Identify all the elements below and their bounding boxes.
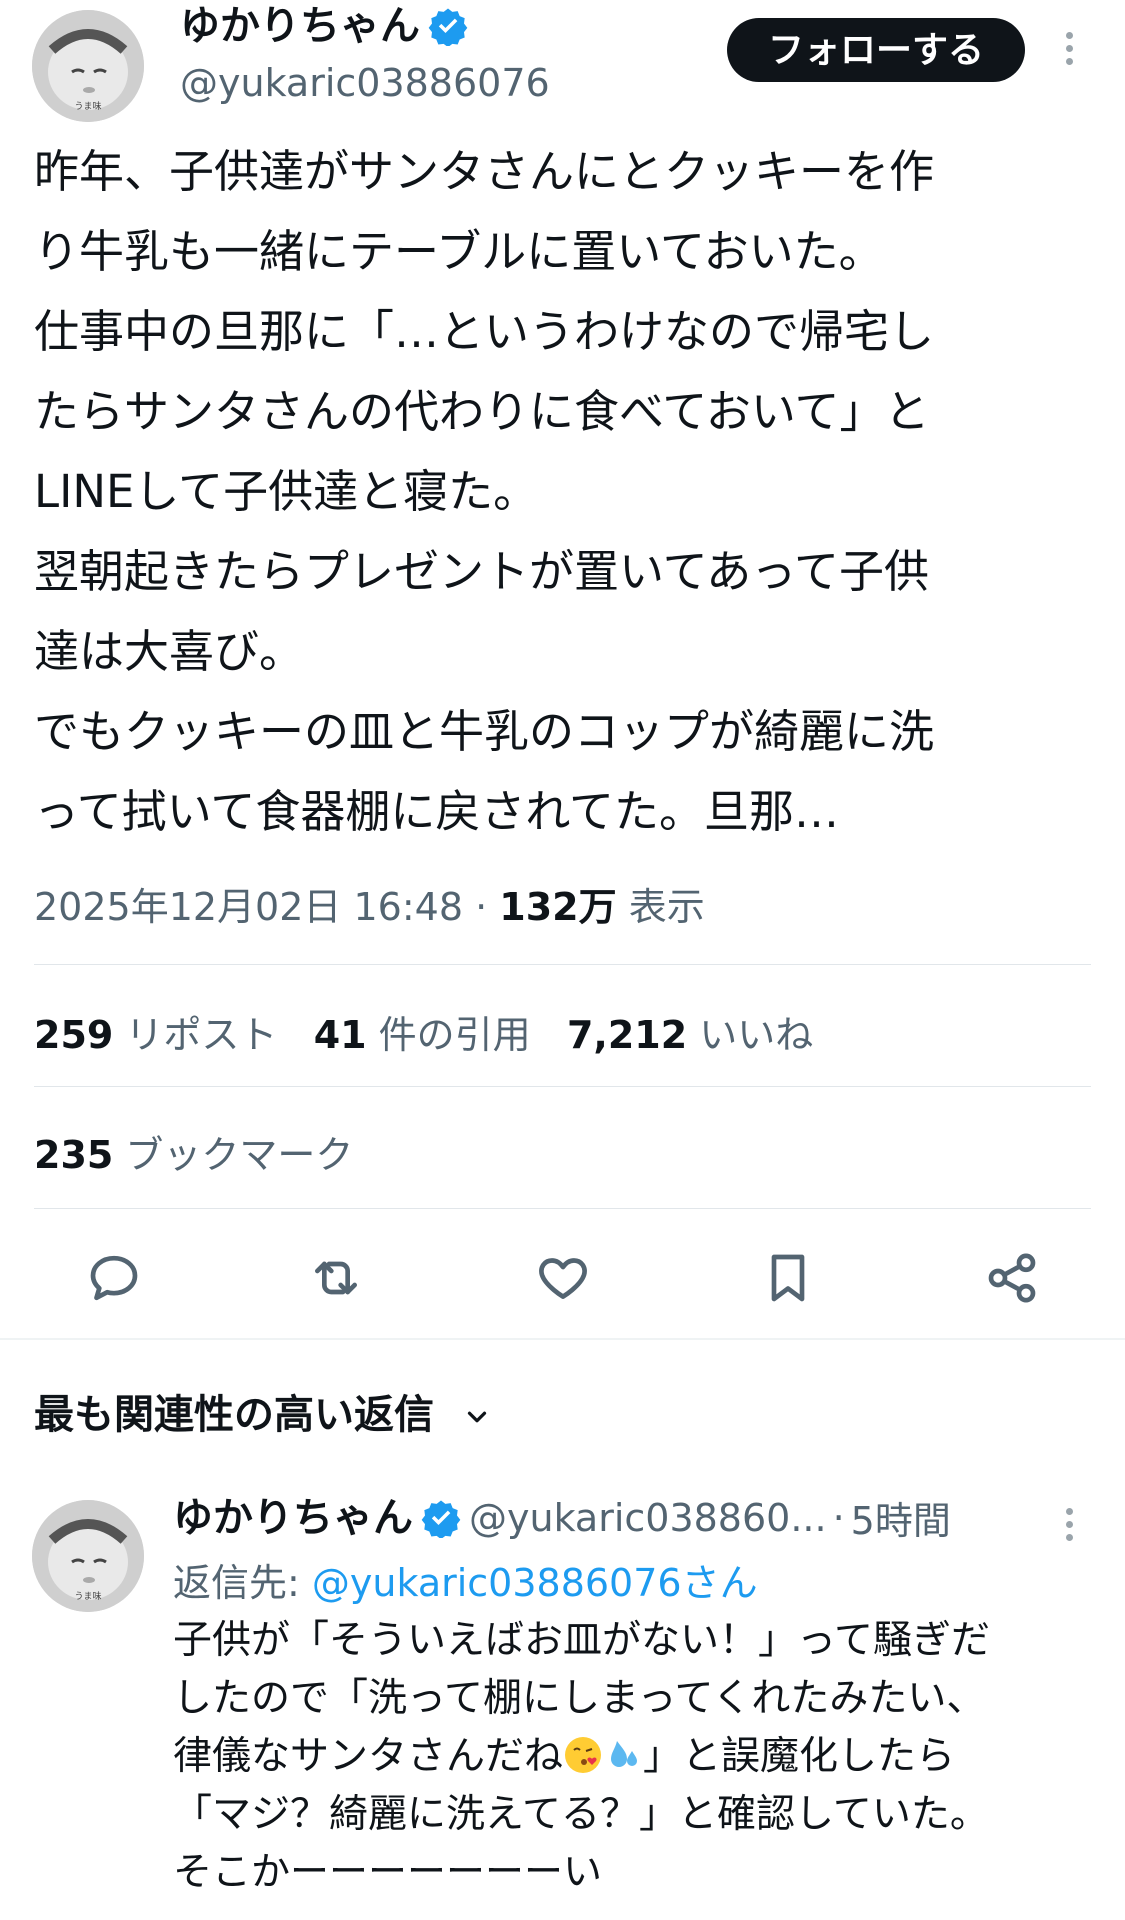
- tweet-timestamp[interactable]: 2025年12月02日 16:48: [34, 885, 463, 929]
- divider: [34, 964, 1091, 965]
- reply-to-label: 返信先:: [173, 1561, 300, 1605]
- reply-time[interactable]: 5時間: [851, 1490, 951, 1545]
- reply-sort-label: 最も関連性の高い返信: [34, 1392, 434, 1438]
- quotes-count: 41: [313, 1013, 367, 1057]
- reply-line: したので「洗って棚にしまってくれたみたい、: [173, 1676, 986, 1721]
- tweet-line: 昨年、子供達がサンタさんにとクッキーを作: [34, 145, 935, 198]
- bookmarks-count: 235: [34, 1133, 114, 1177]
- divider: [34, 1086, 1091, 1087]
- bookmarks-label: ブックマーク: [125, 1133, 354, 1177]
- tweet-line: 翌朝起きたらプレゼントが置いてあって子供: [34, 545, 930, 598]
- tweet-line: 仕事中の旦那に「…というわけなので帰宅し: [34, 305, 935, 358]
- engagement-stats: 259 リポスト 41 件の引用 7,212 いいね: [34, 1004, 813, 1059]
- views-count: 132万: [499, 885, 617, 929]
- verified-badge-icon: [428, 8, 468, 46]
- tweet-line: り牛乳も一緒にテーブルに置いておいた。: [34, 225, 884, 278]
- author-handle[interactable]: @yukaric03886076: [180, 60, 550, 106]
- reposts-count: 259: [34, 1013, 114, 1057]
- more-options-icon[interactable]: [1066, 32, 1073, 65]
- divider: [34, 1208, 1091, 1209]
- tweet-line: 達は大喜び。: [34, 625, 305, 678]
- reply-line-part: 」と誤魔化したら: [643, 1734, 956, 1779]
- reply-line: そこかーーーーーーーい: [173, 1850, 603, 1895]
- section-separator: [0, 1338, 1125, 1340]
- reply-display-name[interactable]: ゆかりちゃん: [173, 1494, 413, 1542]
- quotes-stat[interactable]: 41 件の引用: [314, 1013, 531, 1057]
- views-label: 表示: [628, 885, 705, 929]
- reply-line: 律儀なサンタさんだね 」と誤魔化したら: [173, 1728, 1103, 1786]
- chevron-down-icon: [467, 1411, 487, 1423]
- reply-line: 「マジ？綺麗に洗えてる？」と確認していた。: [173, 1792, 989, 1837]
- reply-to-line: 返信先: @yukaric03886076さん: [173, 1552, 758, 1607]
- reply-text: 子供が「そういえばお皿がない！」って騒ぎだ したので「洗って棚にしまってくれたみ…: [173, 1612, 1103, 1902]
- repost-icon[interactable]: [308, 1250, 364, 1306]
- tweet-meta: 2025年12月02日 16:48 · 132万 表示: [34, 876, 705, 931]
- reply-author-avatar[interactable]: うま味: [32, 1500, 144, 1612]
- bookmark-icon[interactable]: [760, 1250, 816, 1306]
- tweet-line: LINEして子供達と寝た。: [34, 465, 539, 518]
- tweet-text: 昨年、子供達がサンタさんにとクッキーを作 り牛乳も一緒にテーブルに置いておいた。…: [34, 132, 1094, 852]
- bookmarks-stat[interactable]: 235 ブックマーク: [34, 1124, 353, 1179]
- author-display-name[interactable]: ゆかりちゃん: [180, 2, 420, 50]
- tweet-line: でもクッキーの皿と牛乳のコップが綺麗に洗: [34, 705, 935, 758]
- reposts-stat[interactable]: 259 リポスト: [34, 1013, 277, 1057]
- avatar-caption: うま味: [74, 1592, 102, 1602]
- reply-icon[interactable]: [86, 1250, 142, 1306]
- likes-stat[interactable]: 7,212 いいね: [567, 1013, 813, 1057]
- reposts-label: リポスト: [125, 1013, 278, 1057]
- reply-more-options-icon[interactable]: [1066, 1508, 1073, 1541]
- kissing-face-emoji: [565, 1737, 602, 1773]
- author-avatar[interactable]: うま味: [32, 10, 144, 122]
- reply-header: ゆかりちゃん @yukaric038860... · 5時間: [173, 1490, 951, 1545]
- tweet-line: たらサンタさんの代わりに食べておいて」と: [34, 385, 930, 438]
- reply-sort-dropdown[interactable]: 最も関連性の高い返信: [34, 1382, 492, 1440]
- avatar-caption: うま味: [74, 102, 102, 112]
- reply-line-part: 律儀なサンタさんだね: [173, 1734, 564, 1779]
- likes-label: いいね: [699, 1013, 814, 1057]
- author-name-row[interactable]: ゆかりちゃん: [180, 2, 468, 50]
- likes-count: 7,212: [566, 1013, 688, 1057]
- verified-badge-icon: [421, 1500, 461, 1538]
- reply-handle[interactable]: @yukaric038860...: [469, 1495, 827, 1541]
- reply-separator: ·: [832, 1495, 845, 1540]
- tweet-line: って拭いて食器棚に戻されてた。旦那…: [34, 785, 840, 838]
- sweat-droplets-emoji: [611, 1741, 638, 1767]
- share-icon[interactable]: [984, 1250, 1040, 1306]
- quotes-label: 件の引用: [378, 1013, 531, 1057]
- heart-icon[interactable]: [535, 1250, 591, 1306]
- reply-to-mention[interactable]: @yukaric03886076さん: [312, 1561, 758, 1605]
- follow-button[interactable]: フォローする: [727, 18, 1025, 82]
- reply-line: 子供が「そういえばお皿がない！」って騒ぎだ: [173, 1618, 991, 1663]
- meta-separator: ·: [475, 885, 488, 929]
